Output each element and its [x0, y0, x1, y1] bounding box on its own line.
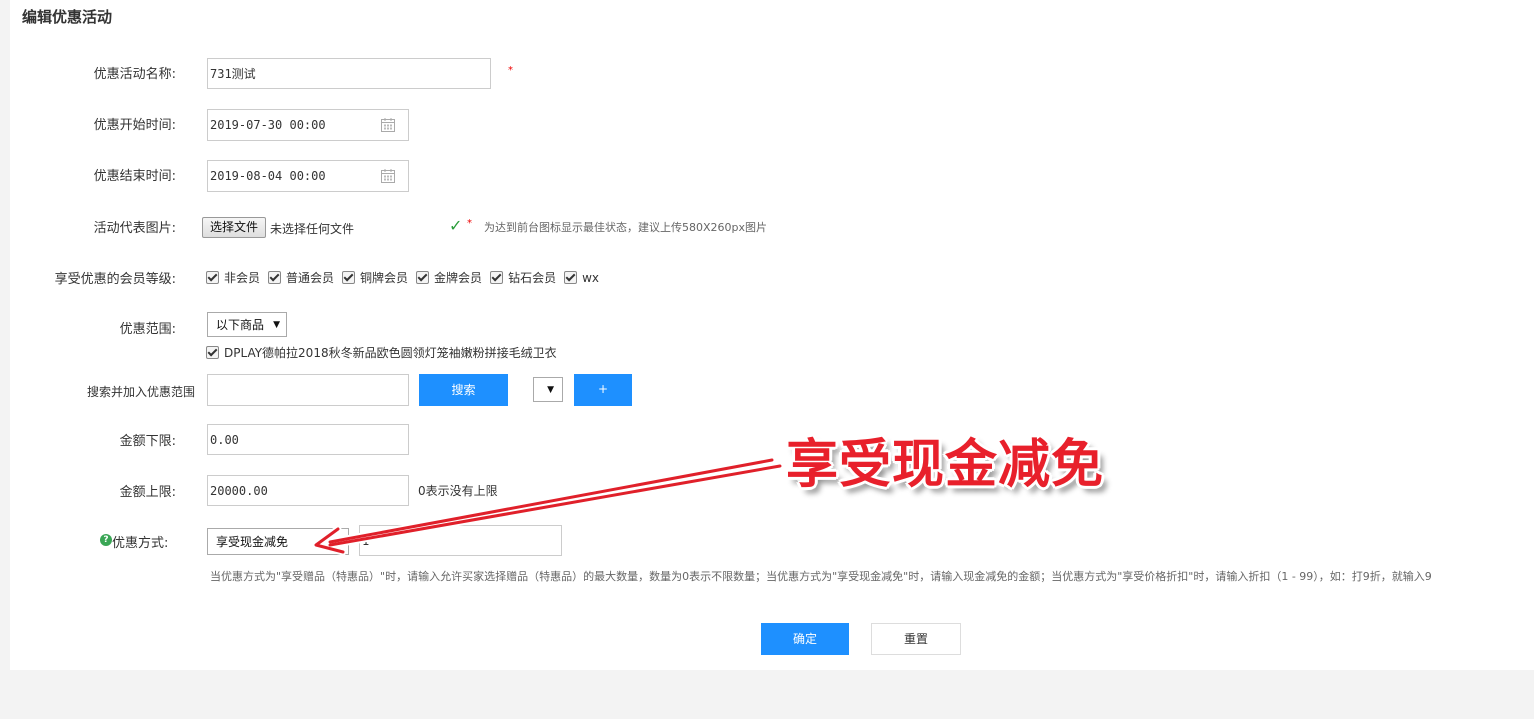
annotation-label: 享受现金减免 — [786, 435, 1105, 495]
annotation-arrow — [312, 456, 784, 556]
